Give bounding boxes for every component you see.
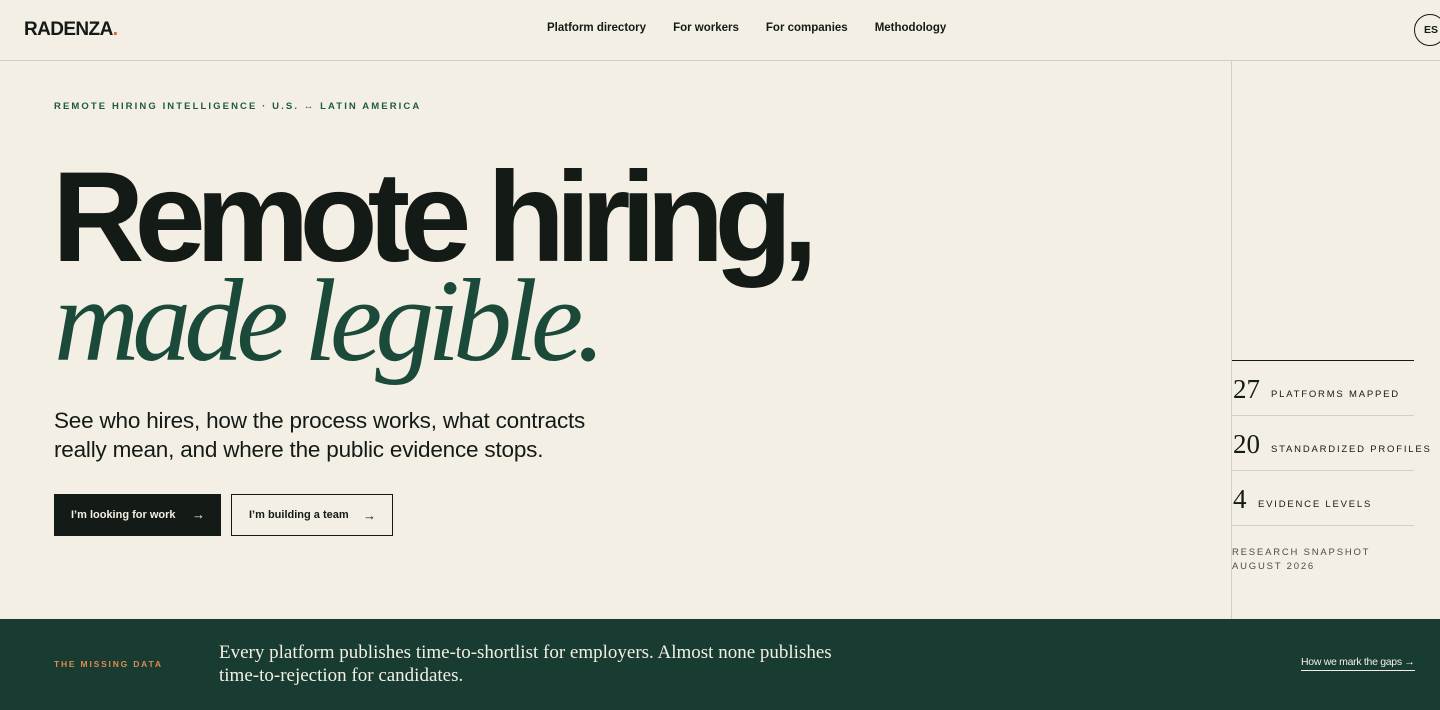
hero-eyebrow: REMOTE HIRING INTELLIGENCE · U.S. ↔ LATI… [54,101,422,112]
logo-mark: . [112,19,118,40]
hero-subtitle: See who hires, how the process works, wh… [54,408,586,462]
nav-methodology[interactable]: Methodology [875,22,947,34]
mark-gaps-link[interactable]: How we mark the gaps → [1301,656,1415,671]
stat-label: STANDARDIZED PROFILES [1271,444,1432,455]
stat-label: EVIDENCE LEVELS [1258,499,1373,510]
site-header: RADENZA. Platform directory For workers … [0,0,1440,61]
arrow-right-icon: → [363,508,376,523]
main-nav: Platform directory For workers For compa… [547,22,946,34]
nav-for-workers[interactable]: For workers [673,22,739,34]
missing-data-band: THE MISSING DATA Every platform publishe… [0,619,1440,710]
nav-for-companies[interactable]: For companies [766,22,848,34]
arrow-right-icon: → [192,507,205,522]
stat-standardized-profiles: 20 STANDARDIZED PROFILES [1232,416,1430,471]
stat-platforms-mapped: 27 PLATFORMS MAPPED [1232,361,1414,416]
snapshot-title: RESEARCH SNAPSHOT [1232,547,1371,558]
stat-label: PLATFORMS MAPPED [1271,389,1400,400]
looking-for-work-button[interactable]: I’m looking for work → [54,494,221,536]
snapshot-date: AUGUST 2026 [1232,561,1315,572]
stats-sidebar [1231,61,1440,619]
missing-data-label: THE MISSING DATA [54,659,163,669]
building-team-button[interactable]: I’m building a team → [231,494,393,536]
stat-value: 20 [1233,429,1260,459]
stat-value: 4 [1233,484,1247,514]
hero-title-line2: made legible. [54,255,606,386]
language-toggle-button[interactable]: ES [1414,14,1440,46]
stat-value: 27 [1233,374,1260,404]
research-snapshot: RESEARCH SNAPSHOT AUGUST 2026 [1232,546,1370,574]
brand-logo[interactable]: RADENZA. [24,19,118,41]
missing-data-text: Every platform publishes time-to-shortli… [219,642,832,686]
looking-for-work-label: I’m looking for work [71,509,176,521]
stat-evidence-levels: 4 EVIDENCE LEVELS [1232,471,1414,526]
logo-text: RADENZA [24,19,113,40]
building-team-label: I’m building a team [249,509,349,521]
nav-platform-directory[interactable]: Platform directory [547,22,646,34]
